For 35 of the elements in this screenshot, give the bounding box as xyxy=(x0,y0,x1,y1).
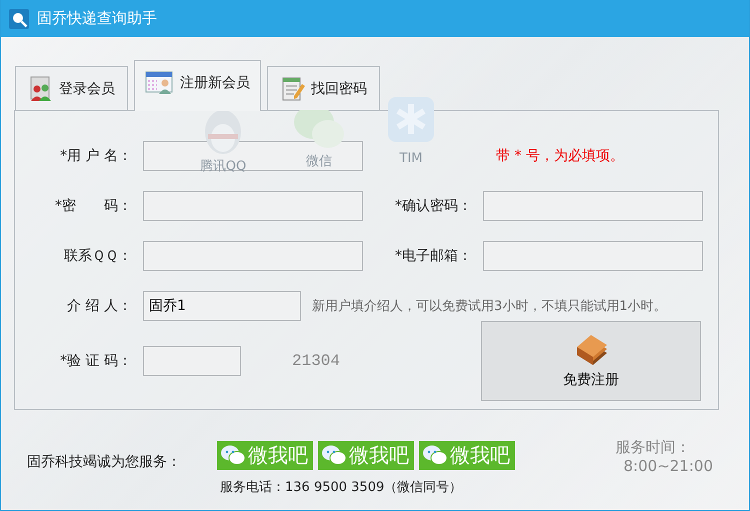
hours-label: 服务时间： xyxy=(616,438,692,456)
magnifier-icon xyxy=(9,8,29,28)
desktop-shortcut-label: 微信 xyxy=(306,153,332,170)
desktop-shortcut-label: TIM xyxy=(400,151,422,166)
tab[interactable]: 找回密码 xyxy=(267,66,380,110)
input-field[interactable] xyxy=(143,141,363,171)
field-label: 介 绍 人： xyxy=(66,297,132,315)
register-button[interactable]: 免费注册 xyxy=(481,321,701,401)
captcha-code: 21304 xyxy=(292,352,340,370)
notepad-pencil-icon xyxy=(280,76,306,102)
field-label: 联系ＱＱ： xyxy=(63,247,132,265)
referrer-hint: 新用户填介绍人，可以免费试用3小时，不填只能试用1小时。 xyxy=(312,298,667,315)
window-title: 固乔快递查询助手 xyxy=(37,9,157,28)
input-field[interactable]: 固乔1 xyxy=(143,291,301,321)
profile-card-icon xyxy=(145,70,175,96)
service-hours: 8:00~21:00 xyxy=(624,456,713,474)
required-note: 带 * 号，为必填项。 xyxy=(496,147,624,165)
input-field[interactable] xyxy=(483,191,703,221)
chat-bubbles-icon xyxy=(422,444,448,466)
input-field[interactable] xyxy=(143,346,241,376)
input-field[interactable] xyxy=(483,241,703,271)
field-label: *用 户 名： xyxy=(59,147,132,165)
field-label: *确认密码： xyxy=(394,197,472,215)
input-field[interactable] xyxy=(143,241,363,271)
service-slogan: 固乔科技竭诚为您服务： xyxy=(27,452,182,470)
users-icon xyxy=(28,76,54,102)
tab[interactable]: 登录会员 xyxy=(15,66,128,110)
field-label: *密 码： xyxy=(54,197,132,215)
service-phone: 服务电话：136 9500 3509（微信同号） xyxy=(220,478,464,496)
chat-bubbles-icon xyxy=(220,444,246,466)
chat-bubbles-icon xyxy=(321,444,347,466)
field-label: *验 证 码： xyxy=(59,352,132,370)
field-label: *电子邮箱： xyxy=(394,247,472,265)
tab[interactable]: 注册新会员 xyxy=(134,60,261,111)
input-field[interactable] xyxy=(143,191,363,221)
